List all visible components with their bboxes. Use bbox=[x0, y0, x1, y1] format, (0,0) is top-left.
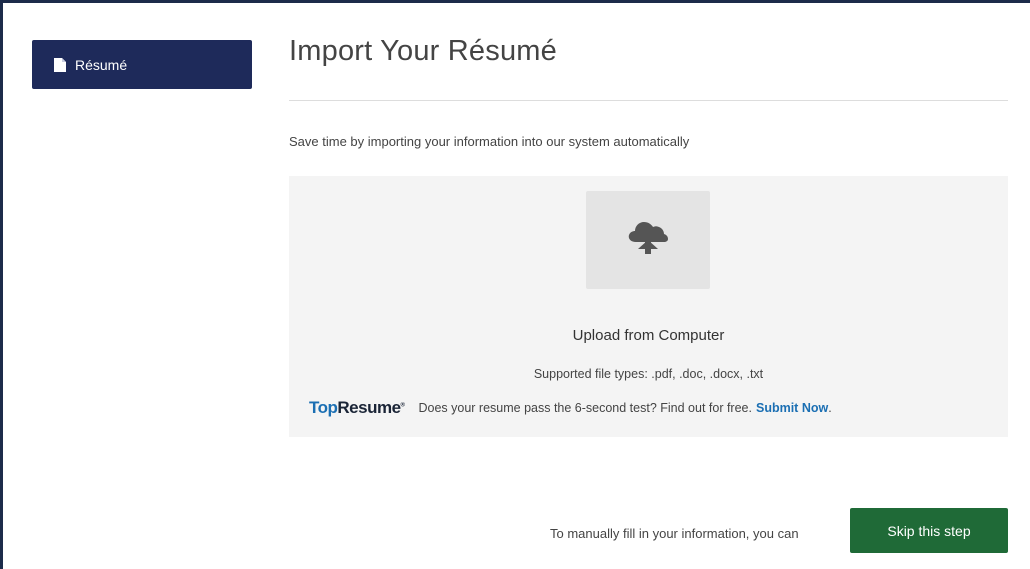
submit-now-link[interactable]: Submit Now bbox=[756, 401, 828, 415]
page-subtitle: Save time by importing your information … bbox=[289, 134, 690, 149]
logo-part-resume: Resume bbox=[337, 398, 401, 417]
promo-text: Does your resume pass the 6-second test?… bbox=[418, 401, 752, 415]
supported-file-types: Supported file types: .pdf, .doc, .docx,… bbox=[533, 367, 764, 381]
upload-dropzone[interactable] bbox=[586, 191, 710, 289]
promo-trailing-period: . bbox=[828, 401, 832, 415]
logo-part-top: Top bbox=[309, 398, 338, 417]
topresume-promo: TopResume® Does your resume pass the 6-s… bbox=[309, 398, 832, 418]
document-icon bbox=[54, 57, 66, 72]
app-frame: Résumé Import Your Résumé Save time by i… bbox=[0, 0, 1030, 569]
page-title: Import Your Résumé bbox=[289, 35, 557, 67]
manual-fill-text: To manually fill in your information, yo… bbox=[550, 526, 799, 541]
skip-step-button[interactable]: Skip this step bbox=[850, 508, 1008, 553]
upload-panel: Upload from Computer Supported file type… bbox=[289, 176, 1008, 437]
upload-heading: Upload from Computer bbox=[572, 327, 725, 344]
sidebar-item-label: Résumé bbox=[75, 56, 128, 73]
logo-registered-mark: ® bbox=[400, 402, 405, 409]
topresume-logo: TopResume® bbox=[309, 398, 405, 418]
cloud-upload-icon bbox=[626, 218, 670, 263]
title-divider bbox=[289, 100, 1008, 101]
sidebar-item-resume[interactable]: Résumé bbox=[32, 40, 252, 89]
